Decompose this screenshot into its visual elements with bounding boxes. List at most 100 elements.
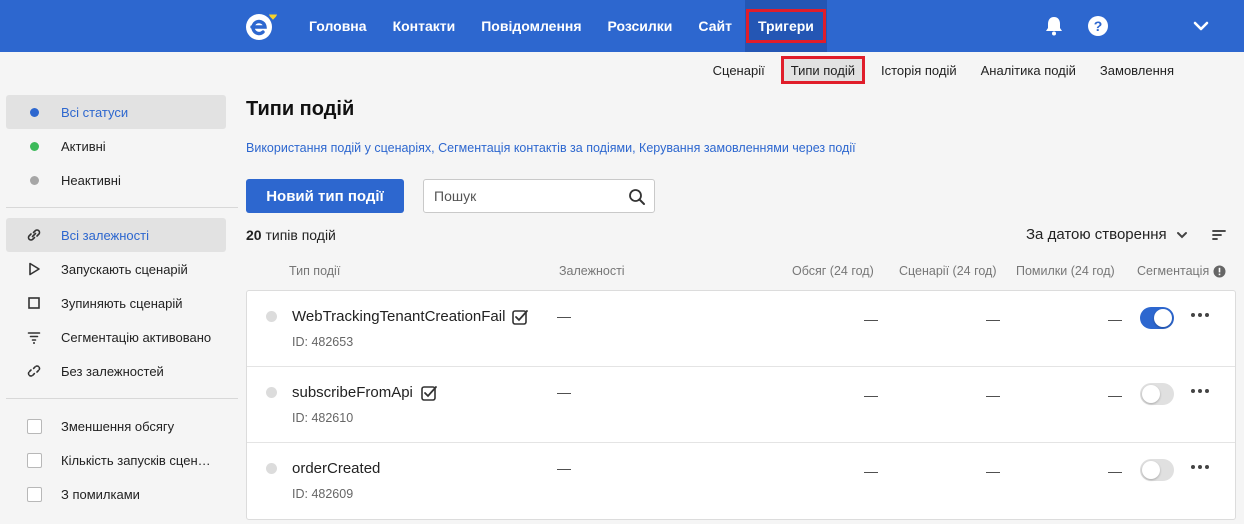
column-header-segmentation-label: Сегментація: [1137, 264, 1210, 278]
nav-triggers[interactable]: Тригери: [744, 0, 827, 52]
sidebar-item-stop-scenario[interactable]: Зупиняють сценарій: [6, 286, 226, 320]
sidebar-item-label: Кількість запусків сценаріїв: [61, 452, 213, 468]
sort-order-icon[interactable]: [1211, 227, 1227, 243]
subnav-event-analytics[interactable]: Аналітика подій: [969, 56, 1088, 84]
play-icon: [26, 261, 42, 277]
column-header-type: Тип події: [289, 264, 341, 278]
count-label: типів подій: [265, 227, 336, 243]
sidebar-item-label: З помилками: [61, 486, 140, 502]
more-options-icon[interactable]: [1190, 311, 1210, 319]
checkbox[interactable]: [26, 452, 42, 468]
sort-dropdown[interactable]: За датою створення: [1026, 226, 1189, 243]
sidebar-item-all-statuses[interactable]: Всі статуси: [6, 95, 226, 129]
segmentation-toggle[interactable]: [1140, 307, 1174, 329]
sidebar-item-label: Зупиняють сценарій: [61, 295, 183, 311]
checkbox[interactable]: [26, 418, 42, 434]
unlink-icon: [26, 363, 42, 379]
dependencies-value: —: [557, 308, 571, 324]
sidebar-item-label: Сегментацію активовано: [61, 329, 212, 345]
sidebar-filter-scenario-launches[interactable]: Кількість запусків сценаріїв: [6, 443, 226, 477]
nav-contacts[interactable]: Контакти: [380, 0, 469, 52]
sidebar-item-no-dependencies[interactable]: Без залежностей: [6, 354, 226, 388]
sidebar-filter-volume-reduction[interactable]: Зменшення обсягу: [6, 409, 226, 443]
nav-messages[interactable]: Повідомлення: [468, 0, 594, 52]
status-dot-icon: [26, 172, 42, 188]
sidebar-item-label: Зменшення обсягу: [61, 418, 175, 434]
filter-icon: [26, 329, 42, 345]
help-icon[interactable]: ?: [1087, 15, 1109, 37]
event-type-name[interactable]: subscribeFromApi: [292, 384, 413, 401]
sidebar-item-label: Всі залежності: [61, 227, 149, 243]
page-title: Типи подій: [246, 98, 355, 120]
sidebar-item-label: Активні: [61, 138, 106, 154]
event-types-count: 20 типів подій: [246, 227, 336, 243]
table-row[interactable]: orderCreated ID: 482609 — — — —: [247, 443, 1235, 519]
nav-site[interactable]: Сайт: [685, 0, 745, 52]
sidebar-item-label: Без залежностей: [61, 363, 164, 379]
nav-home[interactable]: Головна: [296, 0, 380, 52]
logo-icon[interactable]: [245, 10, 277, 42]
column-header-dependencies: Залежності: [559, 264, 625, 278]
new-event-type-button[interactable]: Новий тип події: [246, 179, 404, 213]
more-options-icon[interactable]: [1190, 387, 1210, 395]
sidebar: Всі статуси Активні Неактивні Всі залежн…: [6, 95, 238, 511]
more-options-icon[interactable]: [1190, 463, 1210, 471]
table-row[interactable]: subscribeFromApi ID: 482610 — — — —: [247, 367, 1235, 443]
volume-value: —: [864, 463, 878, 479]
sub-navigation: Сценарії Типи подій Історія подій Аналіт…: [701, 56, 1186, 84]
sidebar-item-inactive[interactable]: Неактивні: [6, 163, 226, 197]
table-row[interactable]: WebTrackingTenantCreationFail ID: 482653…: [247, 291, 1235, 367]
chevron-down-icon[interactable]: [1190, 15, 1212, 37]
status-dot-icon: [266, 311, 277, 322]
errors-value: —: [1108, 311, 1122, 327]
sidebar-divider: [6, 398, 238, 399]
top-navigation-bar: Головна Контакти Повідомлення Розсилки С…: [0, 0, 1244, 52]
checkbox[interactable]: [26, 486, 42, 502]
subnav-event-types[interactable]: Типи подій: [780, 56, 865, 84]
subnav-orders[interactable]: Замовлення: [1088, 56, 1186, 84]
scenarios-value: —: [986, 387, 1000, 403]
search-input[interactable]: [434, 180, 624, 212]
checked-box-icon: [512, 310, 528, 325]
stop-icon: [26, 295, 42, 311]
sidebar-item-start-scenario[interactable]: Запускають сценарій: [6, 252, 226, 286]
link-events-in-scenarios[interactable]: Використання подій у сценаріях: [246, 141, 431, 155]
dependencies-value: —: [557, 460, 571, 476]
sidebar-item-label: Всі статуси: [61, 104, 129, 120]
volume-value: —: [864, 387, 878, 403]
event-type-name[interactable]: orderCreated: [292, 460, 380, 477]
event-type-id: ID: 482609: [292, 487, 354, 501]
sidebar-item-label: Неактивні: [61, 172, 121, 188]
sidebar-item-segmentation-activated[interactable]: Сегментацію активовано: [6, 320, 226, 354]
status-dot-icon: [26, 138, 42, 154]
subnav-scenarios[interactable]: Сценарії: [701, 56, 777, 84]
status-dot-icon: [26, 104, 42, 120]
search-icon[interactable]: [628, 188, 646, 206]
sidebar-item-all-dependencies[interactable]: Всі залежності: [6, 218, 226, 252]
subnav-event-history[interactable]: Історія подій: [869, 56, 969, 84]
volume-value: —: [864, 311, 878, 327]
segmentation-toggle[interactable]: [1140, 383, 1174, 405]
segmentation-toggle[interactable]: [1140, 459, 1174, 481]
event-types-table: WebTrackingTenantCreationFail ID: 482653…: [246, 290, 1236, 520]
event-type-name[interactable]: WebTrackingTenantCreationFail: [292, 308, 505, 325]
errors-value: —: [1108, 463, 1122, 479]
dependencies-value: —: [557, 384, 571, 400]
bell-icon[interactable]: [1043, 15, 1065, 37]
svg-text:?: ?: [1094, 18, 1103, 34]
nav-mailings[interactable]: Розсилки: [595, 0, 686, 52]
link-order-management[interactable]: Керування замовленнями через події: [639, 141, 856, 155]
scenarios-value: —: [986, 463, 1000, 479]
checked-box-icon: [421, 386, 437, 401]
status-dot-icon: [266, 463, 277, 474]
chevron-down-icon: [1176, 231, 1187, 238]
link-separator: ,: [632, 141, 640, 155]
info-icon[interactable]: [1213, 265, 1226, 278]
sidebar-filter-with-errors[interactable]: З помилками: [6, 477, 226, 511]
link-contact-segmentation[interactable]: Сегментація контактів за подіями: [438, 141, 632, 155]
help-links: Використання подій у сценаріях, Сегмента…: [246, 141, 856, 155]
event-type-id: ID: 482653: [292, 335, 354, 349]
sidebar-item-active[interactable]: Активні: [6, 129, 226, 163]
column-header-scenarios: Сценарії (24 год): [899, 264, 997, 278]
search-box: [423, 179, 655, 213]
